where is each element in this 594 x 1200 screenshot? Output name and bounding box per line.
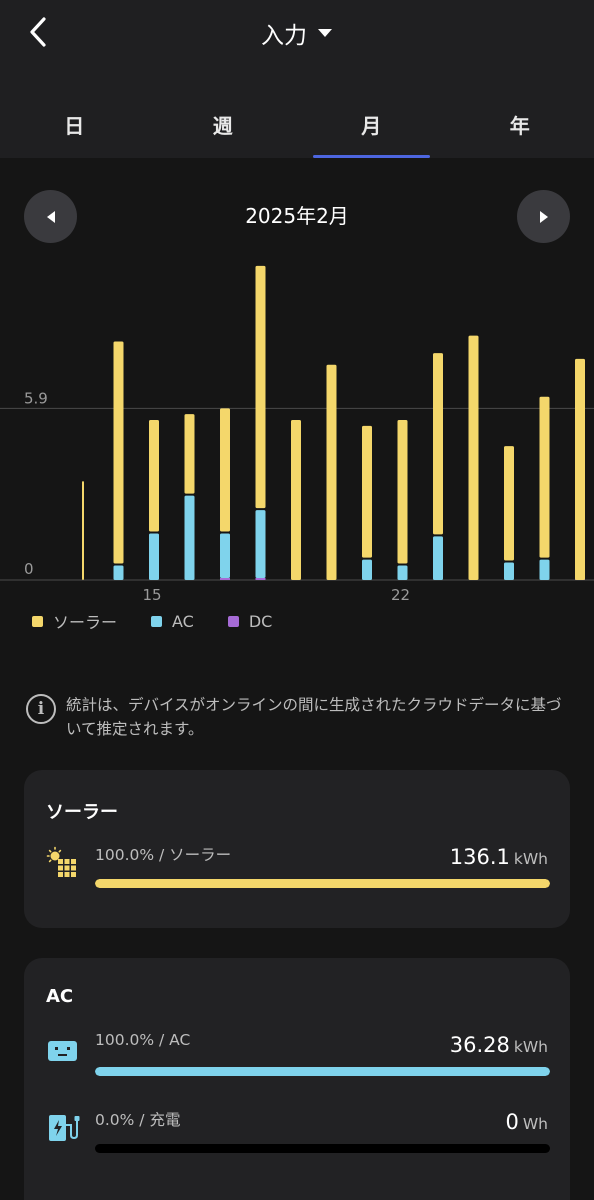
bar-solar-day-27 bbox=[575, 358, 585, 580]
y-axis-zero-label: 0 bbox=[24, 560, 34, 578]
caret-down-icon bbox=[318, 29, 332, 37]
ac-outlet-icon bbox=[48, 1041, 77, 1061]
period-tabs: 日 週 月 年 bbox=[0, 98, 594, 158]
legend-swatch-ac bbox=[151, 615, 163, 627]
x-tick-label-15: 15 bbox=[142, 586, 161, 604]
ac-share-label: 100.0% / AC bbox=[95, 1031, 191, 1049]
charging-share-bar bbox=[95, 1144, 550, 1153]
bar-ac-day-15 bbox=[149, 533, 159, 580]
ac-energy-value: 36.28 kWh bbox=[450, 1033, 548, 1057]
legend-label-solar: ソーラー bbox=[53, 613, 118, 632]
tab-day[interactable]: 日 bbox=[0, 98, 149, 158]
solar-share-bar-fill bbox=[95, 879, 550, 888]
bar-solar-day-18 bbox=[255, 265, 266, 509]
solar-share-label: 100.0% / ソーラー bbox=[95, 846, 232, 864]
bar-solar-day-19 bbox=[291, 420, 301, 580]
bar-solar-day-17 bbox=[220, 408, 230, 532]
bar-ac-day-25 bbox=[504, 562, 514, 580]
charging-energy-number: 0 bbox=[505, 1110, 519, 1134]
solar-card-title: ソーラー bbox=[46, 802, 118, 823]
legend-item-dc: DC bbox=[227, 609, 273, 633]
solar-share-bar bbox=[95, 879, 550, 888]
bar-solar-day-22 bbox=[397, 420, 408, 564]
ac-energy-unit: kWh bbox=[513, 1038, 548, 1056]
charging-share-label: 0.0% / 充電 bbox=[95, 1111, 181, 1129]
ev-charger-icon bbox=[49, 1115, 80, 1141]
ac-share-bar-fill bbox=[95, 1067, 550, 1076]
bar-solar-day-20 bbox=[326, 364, 337, 580]
app-header: 入力 日 週 月 年 bbox=[0, 0, 594, 158]
ac-card-title: AC bbox=[46, 986, 74, 1007]
bar-ac-day-17 bbox=[220, 533, 230, 578]
next-period-button[interactable] bbox=[517, 190, 570, 243]
estimate-notice-text: 統計は、デバイスがオンラインの間に生成されたクラウドデータに基づいて推定されます… bbox=[66, 696, 562, 738]
ac-share-bar bbox=[95, 1067, 550, 1076]
bar-dc-day-18 bbox=[255, 578, 266, 580]
tab-month[interactable]: 月 bbox=[297, 98, 446, 158]
monthly-input-chart: 0 5.9 15 22 bbox=[0, 265, 594, 604]
legend-swatch-dc bbox=[227, 615, 239, 627]
solar-energy-unit: kWh bbox=[513, 850, 548, 868]
chart-legend: ソーラー AC DC bbox=[32, 609, 272, 633]
bar-dc-day-17 bbox=[220, 578, 230, 580]
legend-item-ac: AC bbox=[151, 609, 194, 633]
legend-swatch-solar bbox=[32, 615, 43, 627]
bar-solar-day-14 bbox=[113, 341, 124, 564]
metric-selector-dropdown[interactable]: 入力 bbox=[0, 14, 594, 52]
bar-solar-day-15 bbox=[149, 420, 159, 532]
ac-card[interactable]: AC 100.0% / AC 36.28 kWh 0.0% / 充電 0 Wh bbox=[24, 958, 570, 1200]
estimate-notice: i 統計は、デバイスがオンラインの間に生成されたクラウドデータに基づいて推定され… bbox=[26, 693, 571, 741]
bar-ac-day-26 bbox=[539, 559, 550, 580]
info-icon: i bbox=[26, 694, 56, 724]
bar-solar-day-24 bbox=[468, 335, 479, 580]
bar-ac-day-16 bbox=[184, 495, 195, 580]
bar-ac-day-14 bbox=[113, 565, 124, 580]
tab-year[interactable]: 年 bbox=[446, 98, 594, 158]
bar-ac-day-18 bbox=[255, 510, 266, 578]
charging-energy-unit: Wh bbox=[522, 1115, 548, 1133]
x-tick-label-22: 22 bbox=[391, 586, 410, 604]
legend-label-dc: DC bbox=[248, 611, 273, 631]
bar-solar-day-13 bbox=[82, 481, 84, 580]
solar-panel-icon bbox=[46, 846, 76, 877]
bar-ac-day-23 bbox=[433, 536, 443, 580]
solar-energy-number: 136.1 bbox=[449, 845, 510, 869]
bar-solar-day-26 bbox=[539, 396, 550, 558]
ac-energy-number: 36.28 bbox=[449, 1033, 510, 1057]
solar-card[interactable]: ソーラー 100.0% / ソーラー 136.1 kWh bbox=[24, 770, 570, 928]
legend-label-ac: AC bbox=[172, 611, 194, 631]
page-title: 入力 bbox=[261, 23, 307, 49]
charging-energy-value: 0 Wh bbox=[505, 1110, 548, 1134]
solar-energy-value: 136.1 kWh bbox=[450, 845, 548, 869]
bar-ac-day-22 bbox=[397, 565, 408, 580]
bar-solar-day-25 bbox=[504, 446, 514, 561]
bar-solar-day-21 bbox=[362, 425, 372, 558]
triangle-right-icon bbox=[539, 210, 548, 223]
legend-item-solar: ソーラー bbox=[32, 609, 117, 633]
bar-ac-day-21 bbox=[362, 559, 372, 580]
period-label: 2025年2月 bbox=[245, 204, 349, 228]
bar-solar-day-16 bbox=[184, 414, 195, 494]
bar-solar-day-23 bbox=[433, 353, 443, 535]
tab-week[interactable]: 週 bbox=[149, 98, 298, 158]
reference-line-label: 5.9 bbox=[24, 389, 48, 407]
